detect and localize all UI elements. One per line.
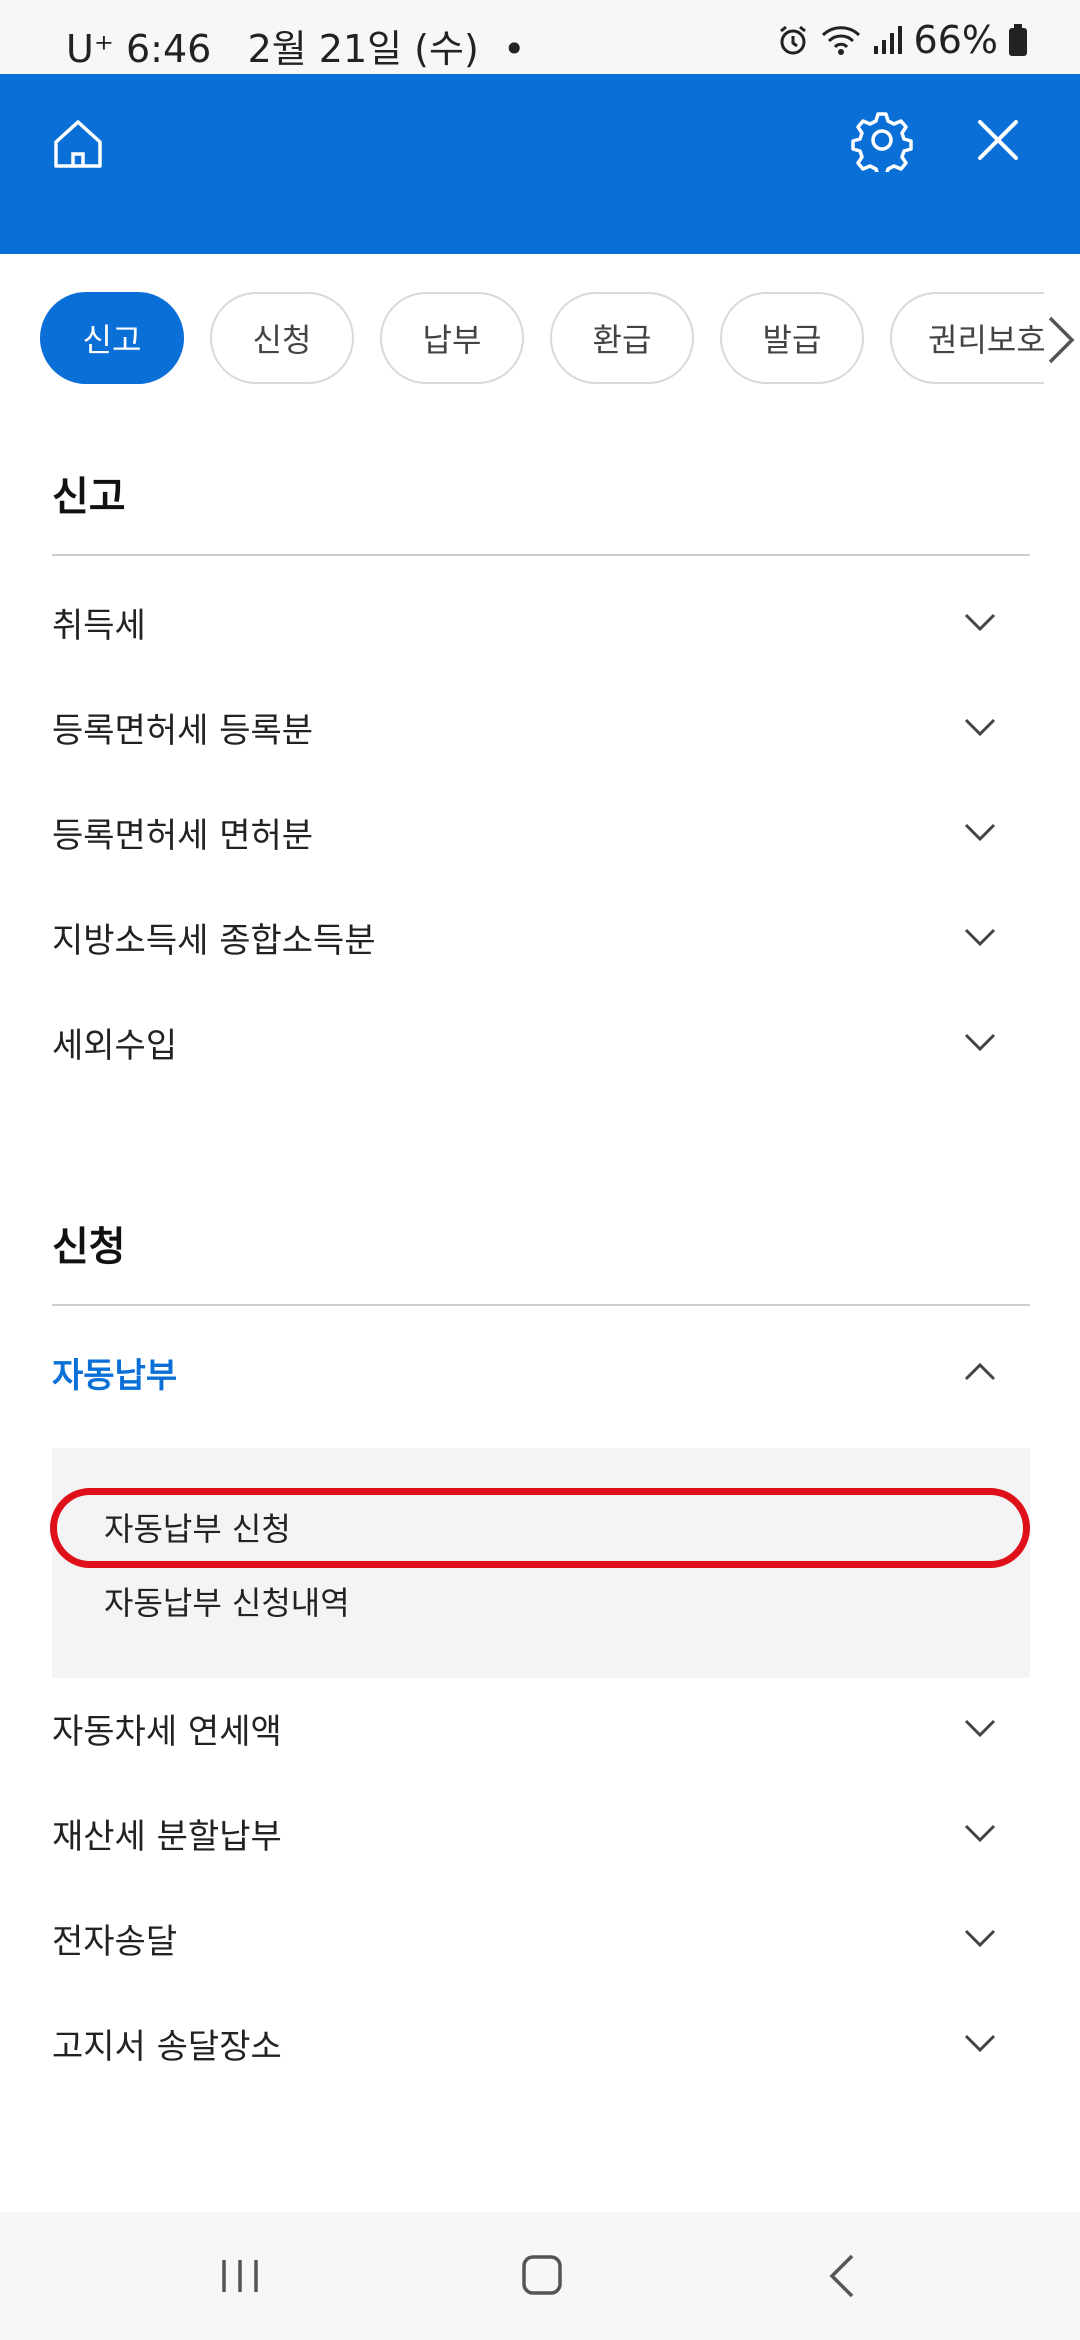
menu-item-local-income-tax[interactable]: 지방소득세 종합소득분 xyxy=(52,885,1030,989)
menu-item-label: 재산세 분할납부 xyxy=(52,1816,282,1857)
menu-item-notice-delivery-address[interactable]: 고지서 송달장소 xyxy=(52,1991,1030,2095)
submenu-item-auto-payment-history[interactable]: 자동납부 신청내역 xyxy=(104,1578,350,1624)
menu-item-label: 전자송달 xyxy=(52,1921,178,1962)
tab-refund[interactable]: 환급 xyxy=(550,292,694,384)
back-icon[interactable] xyxy=(814,2248,874,2304)
tab-payment[interactable]: 납부 xyxy=(380,292,524,384)
menu-item-label: 고지서 송달장소 xyxy=(52,2026,282,2067)
chevron-down-icon xyxy=(964,1824,996,1843)
close-icon[interactable] xyxy=(970,112,1026,168)
chevron-up-icon xyxy=(964,1362,996,1381)
tab-issue[interactable]: 발급 xyxy=(720,292,864,384)
highlight-annotation xyxy=(50,1488,1030,1568)
battery-percent: 66% xyxy=(913,18,998,62)
chevron-down-icon xyxy=(964,928,996,947)
menu-item-label: 지방소득세 종합소득분 xyxy=(52,920,376,961)
tab-rights-protection[interactable]: 권리보호 xyxy=(890,292,1044,384)
status-right: 66% xyxy=(776,18,1028,62)
section-title-report: 신고 xyxy=(52,474,126,520)
menu-item-label: 세외수입 xyxy=(52,1025,178,1066)
time-label: 6:46 xyxy=(125,27,212,71)
alarm-icon xyxy=(776,23,810,57)
app-header xyxy=(0,74,1080,254)
category-tabs: 신고 신청 납부 환급 발급 권리보호 xyxy=(0,292,1080,384)
menu-item-label: 등록면허세 등록분 xyxy=(52,710,314,751)
chevron-down-icon xyxy=(964,613,996,632)
menu-item-registration-tax-license[interactable]: 등록면허세 면허분 xyxy=(52,780,1030,884)
date-label: 2월 21일 (수) xyxy=(247,27,479,71)
chevron-down-icon xyxy=(964,1719,996,1738)
wifi-icon xyxy=(820,23,862,57)
chevron-right-icon[interactable] xyxy=(1040,312,1080,368)
carrier-label: U⁺ xyxy=(66,27,114,71)
menu-item-property-tax-installment[interactable]: 재산세 분할납부 xyxy=(52,1781,1030,1885)
menu-item-acquisition-tax[interactable]: 취득세 xyxy=(52,570,1030,674)
menu-item-vehicle-tax-annual[interactable]: 자동차세 연세액 xyxy=(52,1676,1030,1780)
section-title-apply: 신청 xyxy=(52,1224,126,1270)
chevron-down-icon xyxy=(964,1929,996,1948)
tab-report[interactable]: 신고 xyxy=(40,292,184,384)
signal-icon xyxy=(872,24,904,56)
chevron-down-icon xyxy=(964,1033,996,1052)
menu-item-label: 자동차세 연세액 xyxy=(52,1711,282,1752)
chevron-down-icon xyxy=(964,718,996,737)
menu-item-label: 취득세 xyxy=(52,605,146,646)
home-nav-icon[interactable] xyxy=(512,2248,572,2304)
recent-apps-icon[interactable] xyxy=(210,2248,270,2304)
system-nav-bar xyxy=(0,2212,1080,2340)
chevron-down-icon xyxy=(964,2034,996,2053)
menu-item-electronic-delivery[interactable]: 전자송달 xyxy=(52,1886,1030,1990)
section-divider xyxy=(52,554,1030,556)
chevron-down-icon xyxy=(964,823,996,842)
gear-icon[interactable] xyxy=(850,108,914,178)
menu-item-label: 등록면허세 면허분 xyxy=(52,815,314,856)
battery-icon xyxy=(1008,23,1028,57)
notification-dot: • xyxy=(502,27,526,71)
tab-apply[interactable]: 신청 xyxy=(210,292,354,384)
tabs-scroll-area: 신고 신청 납부 환급 발급 권리보호 xyxy=(0,292,1044,384)
status-bar: U⁺ 6:46 2월 21일 (수) • 66% xyxy=(0,0,1080,74)
menu-item-registration-tax-registration[interactable]: 등록면허세 등록분 xyxy=(52,675,1030,779)
home-icon[interactable] xyxy=(48,114,108,174)
section-divider xyxy=(52,1304,1030,1306)
menu-item-label: 자동납부 xyxy=(52,1355,178,1396)
menu-item-auto-payment[interactable]: 자동납부 xyxy=(52,1320,1030,1424)
menu-item-non-tax-revenue[interactable]: 세외수입 xyxy=(52,990,1030,1094)
status-left: U⁺ 6:46 2월 21일 (수) • xyxy=(66,18,525,73)
